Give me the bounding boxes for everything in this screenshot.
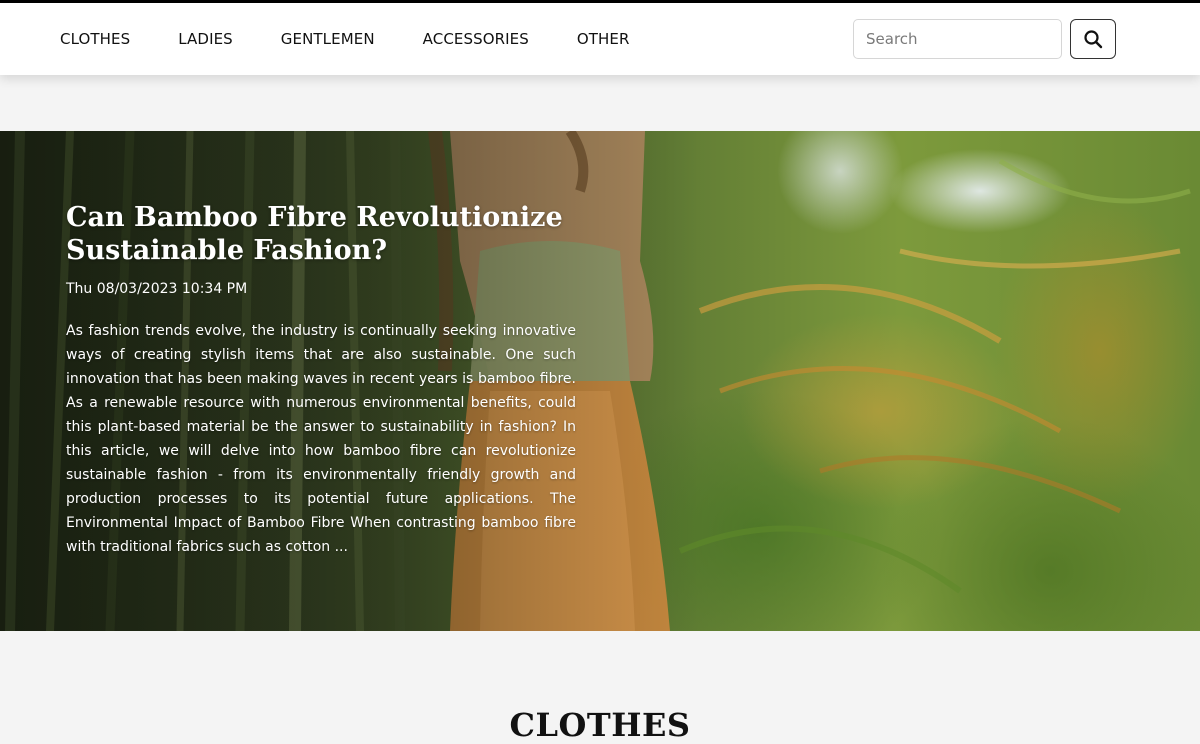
featured-article[interactable]: Can Bamboo Fibre Revolutionize Sustainab… [0, 131, 1200, 631]
nav-item-other[interactable]: OTHER [577, 30, 630, 48]
nav-item-accessories[interactable]: ACCESSORIES [423, 30, 529, 48]
main-menu: CLOTHES LADIES GENTLEMEN ACCESSORIES OTH… [60, 3, 678, 75]
nav-item-ladies[interactable]: LADIES [178, 30, 233, 48]
article-excerpt: As fashion trends evolve, the industry i… [66, 323, 576, 555]
article-date: Thu 08/03/2023 10:34 PM [66, 281, 248, 297]
nav-item-gentlemen[interactable]: GENTLEMEN [281, 30, 375, 48]
nav-item-clothes[interactable]: CLOTHES [60, 30, 130, 48]
search-button[interactable] [1070, 19, 1116, 59]
search-icon [1084, 30, 1103, 49]
navbar: CLOTHES LADIES GENTLEMEN ACCESSORIES OTH… [0, 3, 1200, 75]
search-input[interactable] [853, 19, 1062, 59]
article-summary: Can Bamboo Fibre Revolutionize Sustainab… [66, 201, 576, 559]
section-title: CLOTHES [509, 706, 691, 744]
article-title[interactable]: Can Bamboo Fibre Revolutionize Sustainab… [66, 201, 576, 267]
